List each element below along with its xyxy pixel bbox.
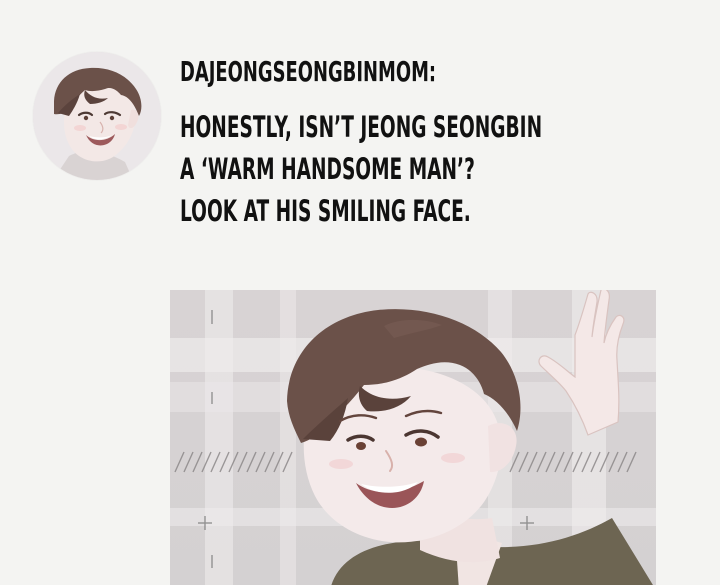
manhwa-panel-illustration: [170, 290, 656, 585]
avatar[interactable]: [33, 52, 161, 180]
post-line-1: HONESTLY, ISN’T JEONG SEONGBIN: [180, 110, 543, 144]
post-line-2: A ‘WARM HANDSOME MAN’?: [180, 152, 475, 186]
screenshot-page: DAJEONGSEONGBINMOM: HONESTLY, ISN’T JEON…: [0, 0, 720, 585]
post-text-block: DAJEONGSEONGBINMOM: HONESTLY, ISN’T JEON…: [180, 52, 700, 234]
avatar-illustration: [33, 52, 161, 180]
post-line-3: LOOK AT HIS SMILING FACE.: [180, 194, 471, 228]
comic-panel[interactable]: [170, 290, 656, 585]
username: DAJEONGSEONGBINMOM:: [180, 55, 437, 88]
